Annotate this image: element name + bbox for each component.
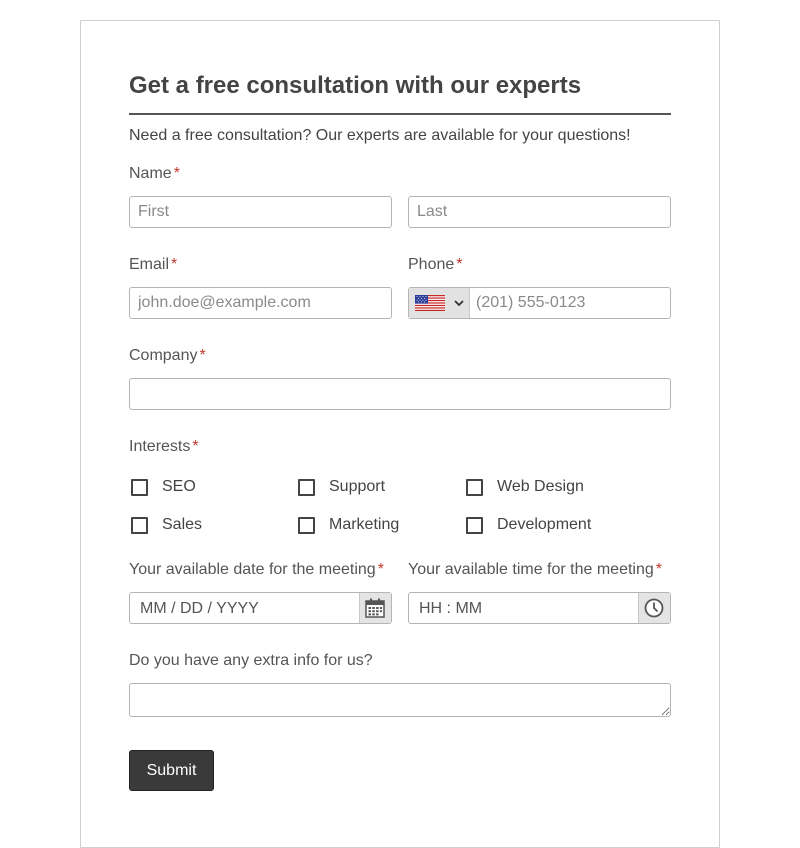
us-flag-icon: [415, 295, 445, 311]
sales-checkbox[interactable]: [131, 516, 148, 534]
form-title: Get a free consultation with our experts: [129, 72, 582, 99]
required-asterisk: *: [456, 256, 463, 273]
phone-label-text: Phone: [408, 256, 455, 273]
name-label: Name *: [129, 165, 180, 183]
interest-option-support[interactable]: Support: [298, 478, 385, 496]
time-input-placeholder[interactable]: HH : MM: [419, 600, 482, 618]
title-divider: [129, 113, 671, 115]
interest-option-sales[interactable]: Sales: [131, 516, 202, 534]
extra-info-label: Do you have any extra info for us?: [129, 652, 373, 669]
email-label: Email *: [129, 256, 177, 274]
phone-input[interactable]: [470, 288, 669, 318]
company-input[interactable]: [129, 378, 671, 410]
extra-info-textarea[interactable]: [129, 683, 671, 717]
required-asterisk: *: [655, 561, 663, 578]
submit-button[interactable]: Submit: [129, 750, 214, 791]
support-checkbox[interactable]: [298, 478, 315, 496]
calendar-icon: [365, 598, 385, 618]
web-design-label: Web Design: [497, 478, 584, 495]
date-label-text: Your available date for the meeting: [129, 561, 376, 578]
web-design-checkbox[interactable]: [466, 478, 483, 496]
development-label: Development: [497, 516, 592, 533]
chevron-down-icon: [454, 300, 464, 307]
interests-label-text: Interests: [129, 438, 191, 455]
seo-checkbox[interactable]: [131, 478, 148, 496]
time-label-text: Your available time for the meeting: [408, 561, 654, 578]
email-input[interactable]: [129, 287, 392, 319]
marketing-label: Marketing: [329, 516, 400, 533]
interest-option-seo[interactable]: SEO: [131, 478, 196, 496]
required-asterisk: *: [192, 438, 199, 455]
calendar-button[interactable]: [359, 593, 391, 623]
phone-label: Phone *: [408, 256, 463, 274]
seo-label: SEO: [162, 478, 196, 495]
first-name-input[interactable]: [129, 196, 392, 228]
time-label: Your available time for the meeting *: [408, 561, 662, 579]
phone-field: [408, 287, 671, 319]
sales-label: Sales: [162, 516, 203, 533]
marketing-checkbox[interactable]: [298, 516, 315, 534]
interest-option-marketing[interactable]: Marketing: [298, 516, 399, 534]
development-checkbox[interactable]: [466, 516, 483, 534]
last-name-input[interactable]: [408, 196, 671, 228]
date-label: Your available date for the meeting *: [129, 561, 384, 579]
required-asterisk: *: [171, 256, 178, 273]
email-label-text: Email: [129, 256, 170, 273]
support-label: Support: [329, 478, 386, 495]
form-description: Need a free consultation? Our experts ar…: [129, 127, 631, 144]
required-asterisk: *: [173, 165, 180, 182]
date-picker[interactable]: MM / DD / YYYY: [129, 592, 392, 624]
interests-label: Interests *: [129, 438, 199, 456]
required-asterisk: *: [199, 347, 206, 364]
country-code-select[interactable]: [409, 288, 470, 318]
company-label: Company *: [129, 347, 206, 365]
time-picker[interactable]: HH : MM: [408, 592, 671, 624]
clock-icon: [644, 598, 664, 618]
interest-option-development[interactable]: Development: [466, 516, 591, 534]
interest-option-web-design[interactable]: Web Design: [466, 478, 584, 496]
consultation-form-card: Get a free consultation with our experts…: [80, 20, 720, 848]
name-label-text: Name: [129, 165, 172, 182]
clock-button[interactable]: [638, 593, 670, 623]
date-input-placeholder[interactable]: MM / DD / YYYY: [140, 600, 259, 618]
company-label-text: Company: [129, 347, 198, 364]
required-asterisk: *: [377, 561, 384, 578]
